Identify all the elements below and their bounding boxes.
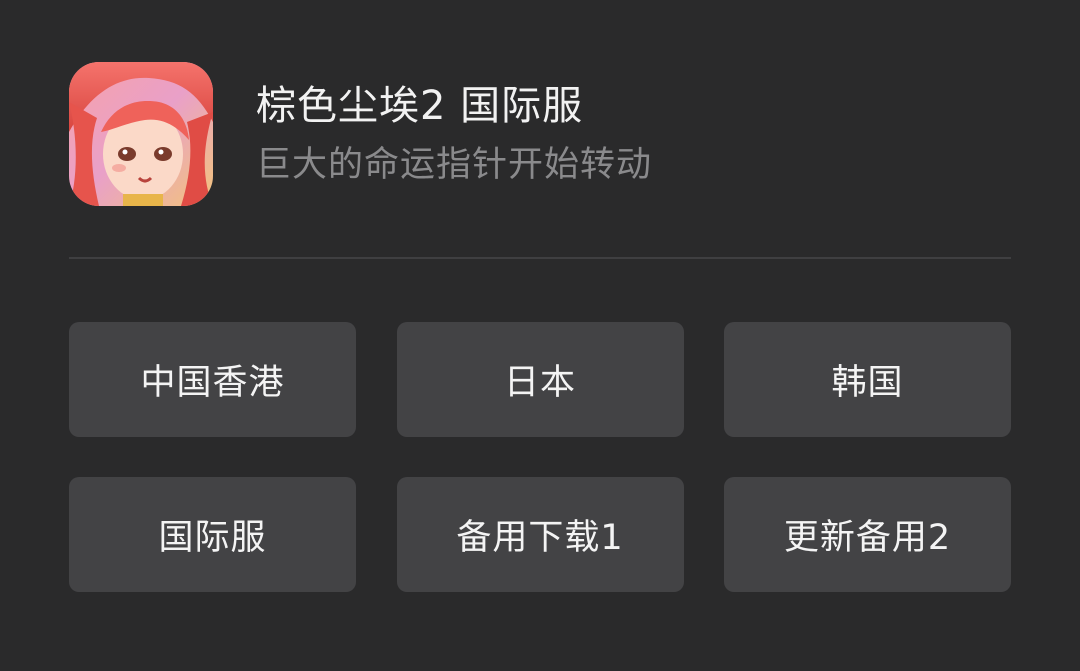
region-button-grid: 中国香港 日本 韩国 国际服 备用下载1 更新备用2 — [69, 322, 1011, 592]
app-title: 棕色尘埃2 国际服 — [256, 83, 584, 129]
app-header: 棕色尘埃2 国际服 巨大的命运指针开始转动 — [69, 62, 652, 206]
update-backup-2-button[interactable]: 更新备用2 — [724, 477, 1011, 592]
region-button-global[interactable]: 国际服 — [69, 477, 356, 592]
divider — [69, 257, 1011, 259]
region-button-japan[interactable]: 日本 — [396, 322, 684, 437]
region-button-korea[interactable]: 韩国 — [724, 322, 1011, 437]
app-titles: 棕色尘埃2 国际服 巨大的命运指针开始转动 — [256, 80, 652, 188]
backup-download-1-button[interactable]: 备用下载1 — [396, 477, 684, 592]
download-region-panel: 棕色尘埃2 国际服 巨大的命运指针开始转动 中国香港 日本 韩国 国际服 备用下… — [0, 0, 1080, 671]
app-icon — [69, 62, 213, 206]
app-subtitle: 巨大的命运指针开始转动 — [256, 145, 653, 185]
region-button-hong-kong[interactable]: 中国香港 — [69, 322, 356, 437]
